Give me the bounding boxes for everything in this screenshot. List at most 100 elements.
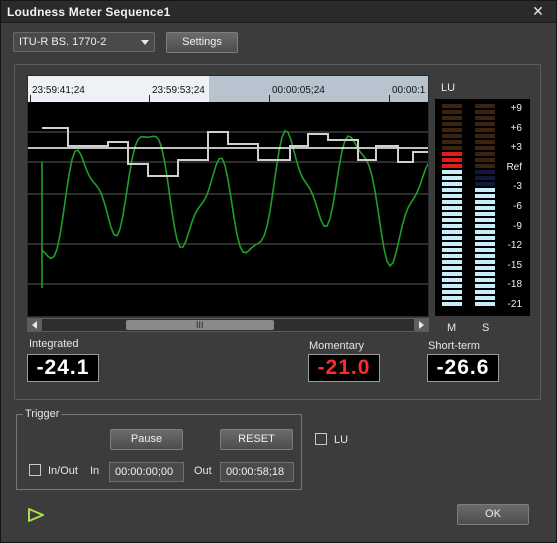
meter-segment xyxy=(475,146,495,150)
timecode-ruler[interactable]: 23:59:41;24 23:59:53;24 00:00:05;24 00:0… xyxy=(28,76,428,102)
meter-segment xyxy=(442,302,462,306)
meter-segment xyxy=(475,176,495,180)
meter-segment xyxy=(475,200,495,204)
meter-segment xyxy=(475,290,495,294)
meter-segment xyxy=(475,296,495,300)
momentary-value: -21.0 xyxy=(308,354,380,382)
loudness-graph: 23:59:41;24 23:59:53;24 00:00:05;24 00:0… xyxy=(27,75,429,317)
meter-segment xyxy=(475,224,495,228)
timecode-label: 23:59:53;24 xyxy=(152,85,205,96)
lu-checkbox[interactable] xyxy=(315,433,327,445)
meter-scale-label: -12 xyxy=(507,240,522,252)
loudness-meter-window: Loudness Meter Sequence1 ✕ ITU-R BS. 177… xyxy=(0,0,557,543)
meter-segment xyxy=(442,140,462,144)
meter-segment xyxy=(442,188,462,192)
meter-scale-label: -6 xyxy=(513,201,522,212)
meter-segment xyxy=(442,284,462,288)
level-meters: +9 +6 +3 Ref -3 -6 -9 -12 -15 -18 -21 xyxy=(435,99,530,316)
meter-segment xyxy=(475,284,495,288)
meter-segment xyxy=(442,212,462,216)
meter-segment xyxy=(475,116,495,120)
meter-segment xyxy=(475,134,495,138)
meter-unit-label: LU xyxy=(441,82,456,94)
meter-segment xyxy=(442,164,462,168)
short-term-meter xyxy=(475,104,495,310)
meter-segment xyxy=(442,218,462,222)
out-timecode-field[interactable]: 00:00:58;18 xyxy=(220,462,294,482)
meter-segment xyxy=(442,290,462,294)
meter-segment xyxy=(442,200,462,204)
meter-segment xyxy=(442,146,462,150)
meter-segment xyxy=(442,230,462,234)
in-out-checkbox[interactable] xyxy=(29,464,41,476)
meter-segment xyxy=(475,182,495,186)
timecode-label: 00:00:1 xyxy=(392,85,426,96)
meter-segment xyxy=(475,272,495,276)
meter-segment xyxy=(442,116,462,120)
integrated-value: -24.1 xyxy=(27,354,99,382)
momentary-waveform xyxy=(41,129,428,288)
in-out-label: In/Out xyxy=(48,465,78,477)
reset-button[interactable]: RESET xyxy=(220,429,293,450)
meter-segment xyxy=(475,212,495,216)
meter-segment xyxy=(442,134,462,138)
scroll-left-icon[interactable] xyxy=(28,319,42,331)
meter-segment xyxy=(475,260,495,264)
meter-segment xyxy=(475,110,495,114)
meter-segment xyxy=(475,152,495,156)
play-icon[interactable] xyxy=(27,507,45,523)
short-term-value: -26.6 xyxy=(427,354,499,382)
meter-segment xyxy=(475,122,495,126)
scroll-thumb[interactable]: III xyxy=(126,320,274,330)
timecode-label: 23:59:41;24 xyxy=(32,85,85,96)
ok-button[interactable]: OK xyxy=(457,504,529,525)
meter-segment xyxy=(475,218,495,222)
meter-segment xyxy=(475,236,495,240)
meter-segment xyxy=(442,296,462,300)
meter-scale-label: Ref xyxy=(506,161,522,173)
chevron-down-icon xyxy=(141,40,149,45)
close-icon[interactable]: ✕ xyxy=(530,3,546,19)
meter-segment xyxy=(442,260,462,264)
meter-segment xyxy=(442,272,462,276)
meter-segment xyxy=(475,194,495,198)
in-timecode-field[interactable]: 00:00:00;00 xyxy=(109,462,184,482)
tick-mark xyxy=(389,95,390,102)
meter-segment xyxy=(475,158,495,162)
loudness-plot xyxy=(28,127,428,288)
out-label: Out xyxy=(194,465,212,477)
meter-segment xyxy=(442,254,462,258)
in-label: In xyxy=(90,465,100,477)
scroll-right-icon[interactable] xyxy=(414,319,428,331)
lu-checkbox-label: LU xyxy=(334,434,349,446)
meter-segment xyxy=(475,302,495,306)
graph-scrollbar[interactable]: III xyxy=(27,318,429,332)
pause-button[interactable]: Pause xyxy=(110,429,183,450)
window-title: Loudness Meter Sequence1 xyxy=(7,5,171,19)
meter-segment xyxy=(442,182,462,186)
meter-segment xyxy=(442,224,462,228)
integrated-label: Integrated xyxy=(29,338,79,350)
meter-segment xyxy=(475,128,495,132)
meter-segment xyxy=(442,206,462,210)
meter-scale-label: -3 xyxy=(513,181,522,193)
momentary-meter xyxy=(442,104,462,310)
meter-segment xyxy=(475,248,495,252)
meter-segment xyxy=(475,170,495,174)
meter-segment xyxy=(442,278,462,282)
meter-segment xyxy=(475,230,495,234)
settings-button[interactable]: Settings xyxy=(166,32,238,53)
meter-segment xyxy=(442,242,462,246)
meter-segment xyxy=(475,266,495,270)
meter-scale-label: -15 xyxy=(507,259,522,271)
meter-segment xyxy=(442,104,462,108)
tick-mark xyxy=(30,95,31,102)
momentary-label: Momentary xyxy=(309,340,365,352)
standard-select-value: ITU-R BS. 1770-2 xyxy=(19,36,107,48)
standard-select[interactable]: ITU-R BS. 1770-2 xyxy=(13,32,155,52)
momentary-column-label: M xyxy=(447,322,457,334)
short-term-line xyxy=(42,127,428,177)
meter-segment xyxy=(442,110,462,114)
meter-scale-label: -9 xyxy=(513,220,522,232)
meter-scale-label: +6 xyxy=(510,122,522,134)
